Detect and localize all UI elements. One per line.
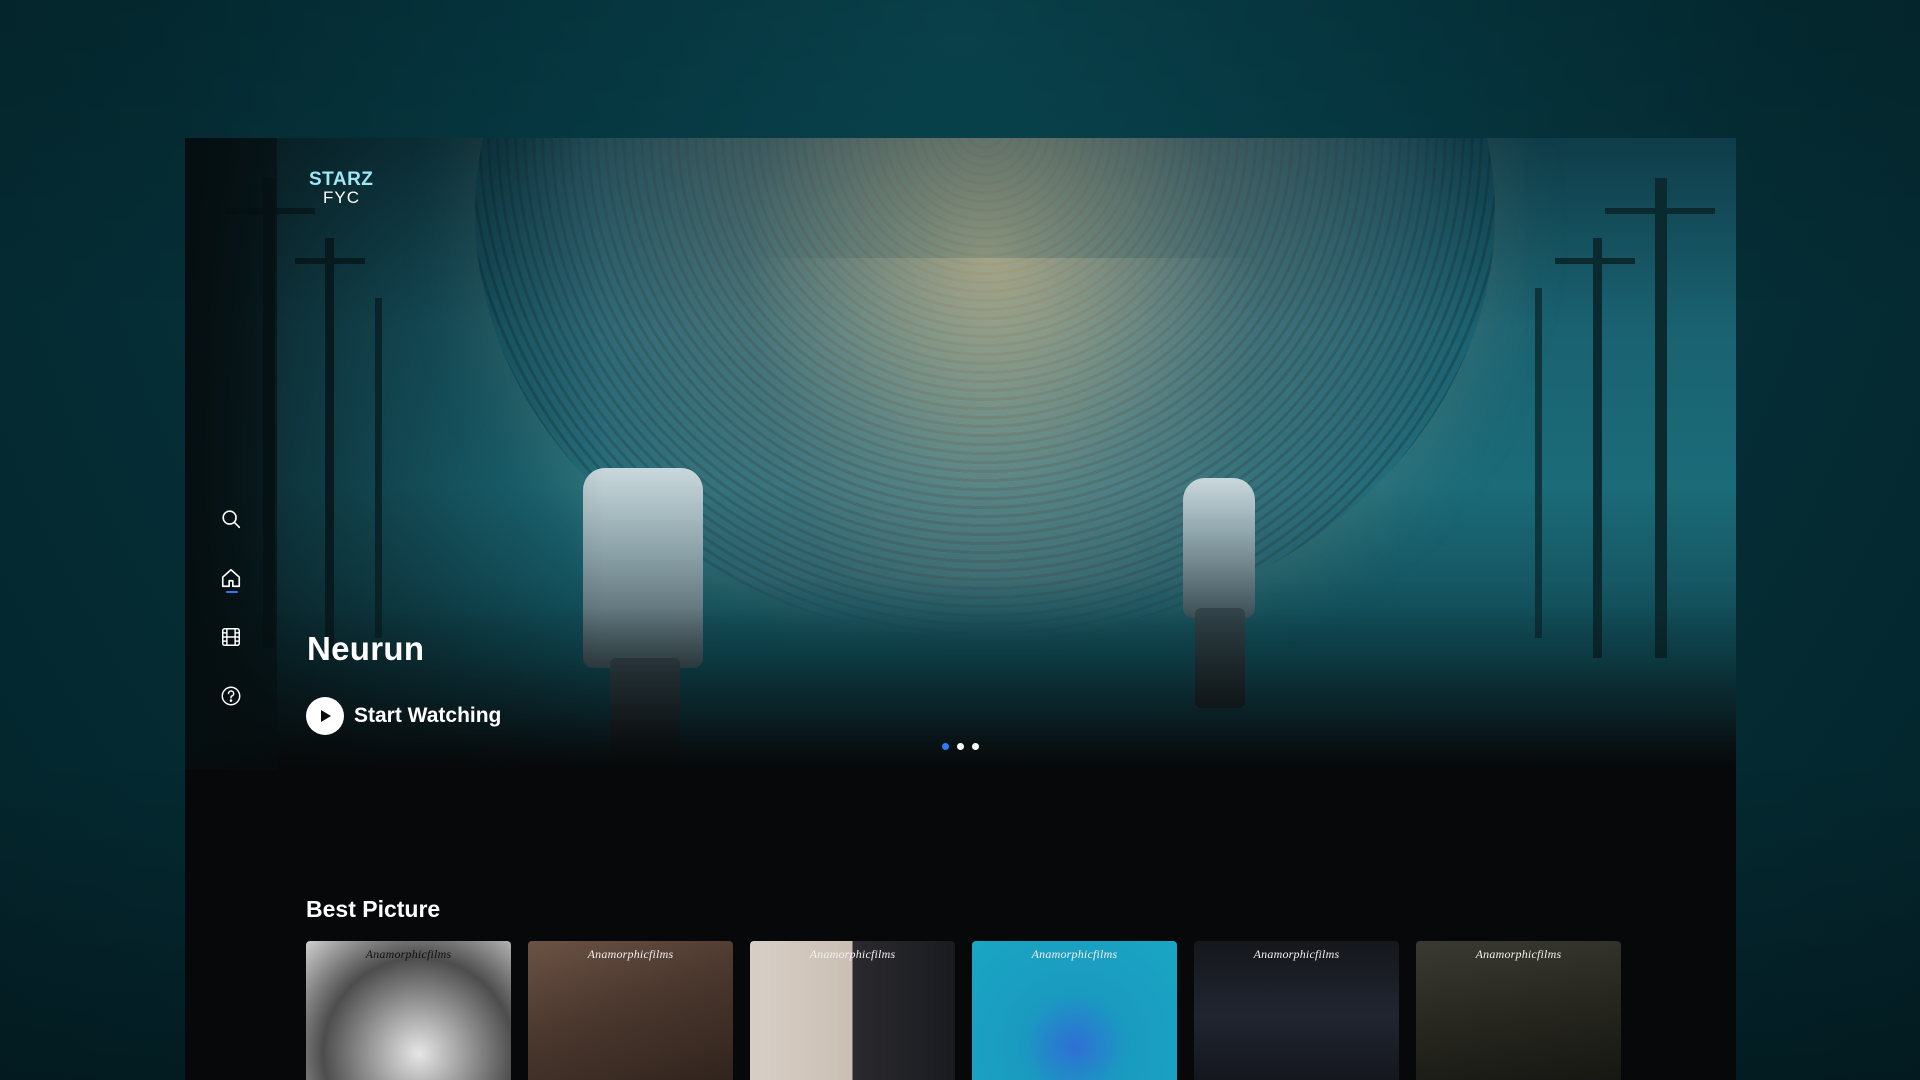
card-brand-label: Anamorphicfilms — [1031, 947, 1118, 961]
nav-help[interactable] — [209, 674, 253, 718]
start-watching-label: Start Watching — [354, 704, 502, 727]
utility-pole-crossbar — [1555, 258, 1635, 264]
best-picture-row: Anamorphicfilms Anamorphicfilms Anamorph… — [306, 941, 1621, 1080]
title-card[interactable]: Anamorphicfilms — [1416, 941, 1621, 1080]
nav-active-indicator — [226, 591, 238, 593]
carousel-dot[interactable] — [957, 743, 964, 750]
carousel-dot[interactable] — [972, 743, 979, 750]
title-card[interactable]: Anamorphicfilms — [972, 941, 1177, 1080]
search-icon — [222, 510, 241, 529]
astronaut-figure-right — [1183, 478, 1255, 618]
card-brand-label: Anamorphicfilms — [809, 947, 896, 961]
card-brand-label: Anamorphicfilms — [587, 947, 674, 961]
film-icon — [222, 628, 240, 646]
nav-movies[interactable] — [209, 615, 253, 659]
hero-title: Neurun — [307, 630, 425, 667]
starz-fyc-logo[interactable]: STARZ FYC — [309, 170, 399, 206]
card-brand-label: Anamorphicfilms — [1253, 947, 1340, 961]
nav-home[interactable] — [209, 556, 253, 600]
logo-text-fyc: FYC — [323, 188, 360, 207]
app-window: STARZ FYC Neurun Start Watching Best Pic… — [185, 138, 1736, 1080]
title-card[interactable]: Anamorphicfilms — [306, 941, 511, 1080]
start-watching-button[interactable]: Start Watching — [306, 697, 501, 735]
utility-pole — [1655, 178, 1667, 658]
utility-pole — [1593, 238, 1602, 658]
play-icon — [306, 697, 344, 735]
card-brand-label: Anamorphicfilms — [1475, 947, 1562, 961]
nav-search[interactable] — [209, 497, 253, 541]
section-title-best-picture: Best Picture — [306, 896, 441, 922]
logo-text-starz: STARZ — [309, 169, 374, 190]
help-icon — [221, 686, 241, 706]
title-card[interactable]: Anamorphicfilms — [1194, 941, 1399, 1080]
title-card[interactable]: Anamorphicfilms — [528, 941, 733, 1080]
carousel-dot[interactable] — [942, 743, 949, 750]
utility-pole — [1535, 288, 1542, 638]
hero-banner[interactable]: STARZ FYC Neurun Start Watching — [185, 138, 1736, 770]
carousel-indicator — [942, 743, 979, 750]
title-card[interactable]: Anamorphicfilms — [750, 941, 955, 1080]
card-brand-label: Anamorphicfilms — [365, 947, 452, 961]
utility-pole-crossbar — [1605, 208, 1715, 214]
home-icon — [221, 568, 241, 588]
